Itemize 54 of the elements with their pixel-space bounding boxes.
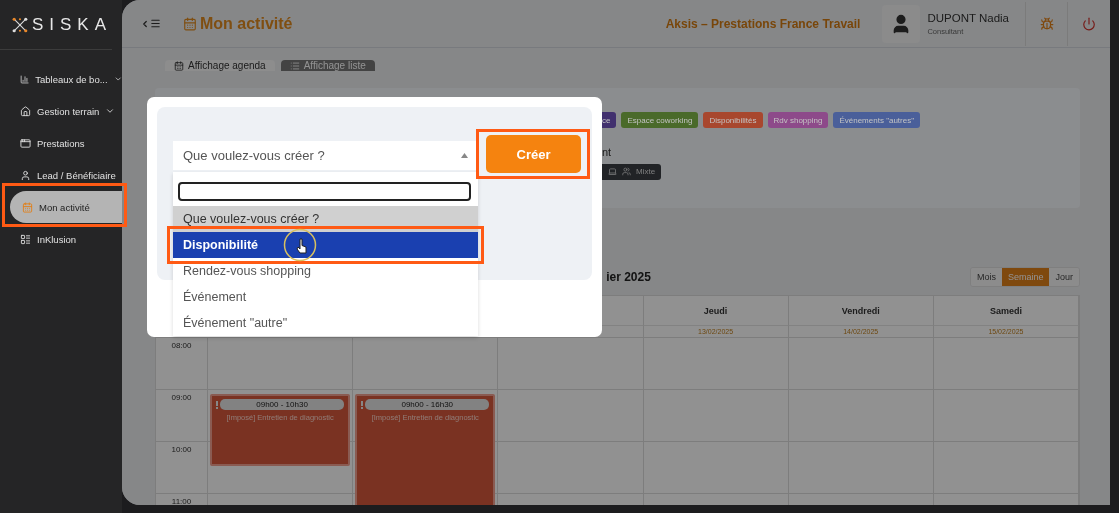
view-tab[interactable]: Affichage agenda	[165, 60, 275, 71]
list-icon	[20, 233, 31, 245]
day-header: Vendredi	[788, 296, 934, 326]
people-icon	[622, 167, 631, 176]
legend-tag: Disponibilités	[703, 112, 763, 128]
avatar	[882, 4, 921, 43]
menu-icon	[150, 18, 161, 29]
power-icon	[1082, 16, 1096, 31]
chevron-down-icon	[105, 106, 116, 116]
time-label: 10:00	[156, 441, 208, 493]
brand-name: SISKA	[31, 14, 112, 35]
house-icon	[20, 105, 31, 117]
legend-tag: Rdv shopping	[767, 112, 829, 128]
sidebar-item[interactable]: Prestations	[0, 127, 122, 159]
sidebar-item[interactable]: Tableaux de bo...	[0, 63, 122, 95]
calendar-icon	[22, 201, 33, 213]
legend-tag: Événements "autres"	[833, 112, 921, 128]
list-icon	[289, 60, 300, 71]
dropdown-option[interactable]: Événement	[173, 284, 478, 310]
bar-chart-icon	[20, 73, 30, 85]
legend-tag: Espace coworking	[621, 112, 699, 128]
time-label: 09:00	[156, 389, 208, 441]
time-label: 11:00	[156, 493, 208, 505]
chevron-down-icon	[113, 74, 122, 84]
organization-name: Aksis – Prestations France Travail	[665, 16, 861, 31]
event-time: 09h00 - 10h30	[220, 399, 345, 410]
calendar-icon	[174, 60, 184, 71]
calendar-icon	[183, 16, 197, 31]
dropdown-option[interactable]: Que voulez-vous créer ?	[173, 206, 478, 232]
sidebar-item[interactable]: InKlusion	[0, 223, 122, 255]
filter-label: nt	[602, 146, 613, 158]
sidebar-item[interactable]: Lead / Bénéficiaire	[0, 159, 122, 191]
alert-icon	[361, 400, 364, 409]
sidebar-item[interactable]: Gestion terrain	[0, 95, 122, 127]
view-option[interactable]: Mois	[970, 267, 1002, 286]
type-select[interactable]: Que voulez-vous créer ?	[173, 141, 478, 170]
window-icon	[20, 137, 31, 149]
calendar-title: ier 2025	[605, 269, 651, 284]
dropdown-option[interactable]: Rendez-vous shopping	[173, 258, 478, 284]
bug-icon	[1039, 16, 1054, 31]
page-title: Mon activité	[200, 14, 293, 33]
sidebar-item[interactable]: Mon activité	[10, 191, 122, 223]
day-header: Jeudi	[643, 296, 789, 326]
laptop-icon	[608, 167, 617, 176]
view-option[interactable]: Jour	[1049, 267, 1079, 286]
event-time: 09h00 - 16h30	[365, 399, 490, 410]
caret-up-icon	[461, 153, 468, 158]
user-name: DUPONT Nadia	[927, 11, 1009, 24]
dropdown-option[interactable]: Événement "autre"	[173, 310, 478, 336]
search-field[interactable]	[178, 182, 471, 201]
user-icon	[20, 169, 31, 181]
day-header: Samedi	[933, 296, 1079, 326]
menu-button[interactable]	[140, 18, 161, 29]
chevron-left-icon	[140, 18, 150, 29]
